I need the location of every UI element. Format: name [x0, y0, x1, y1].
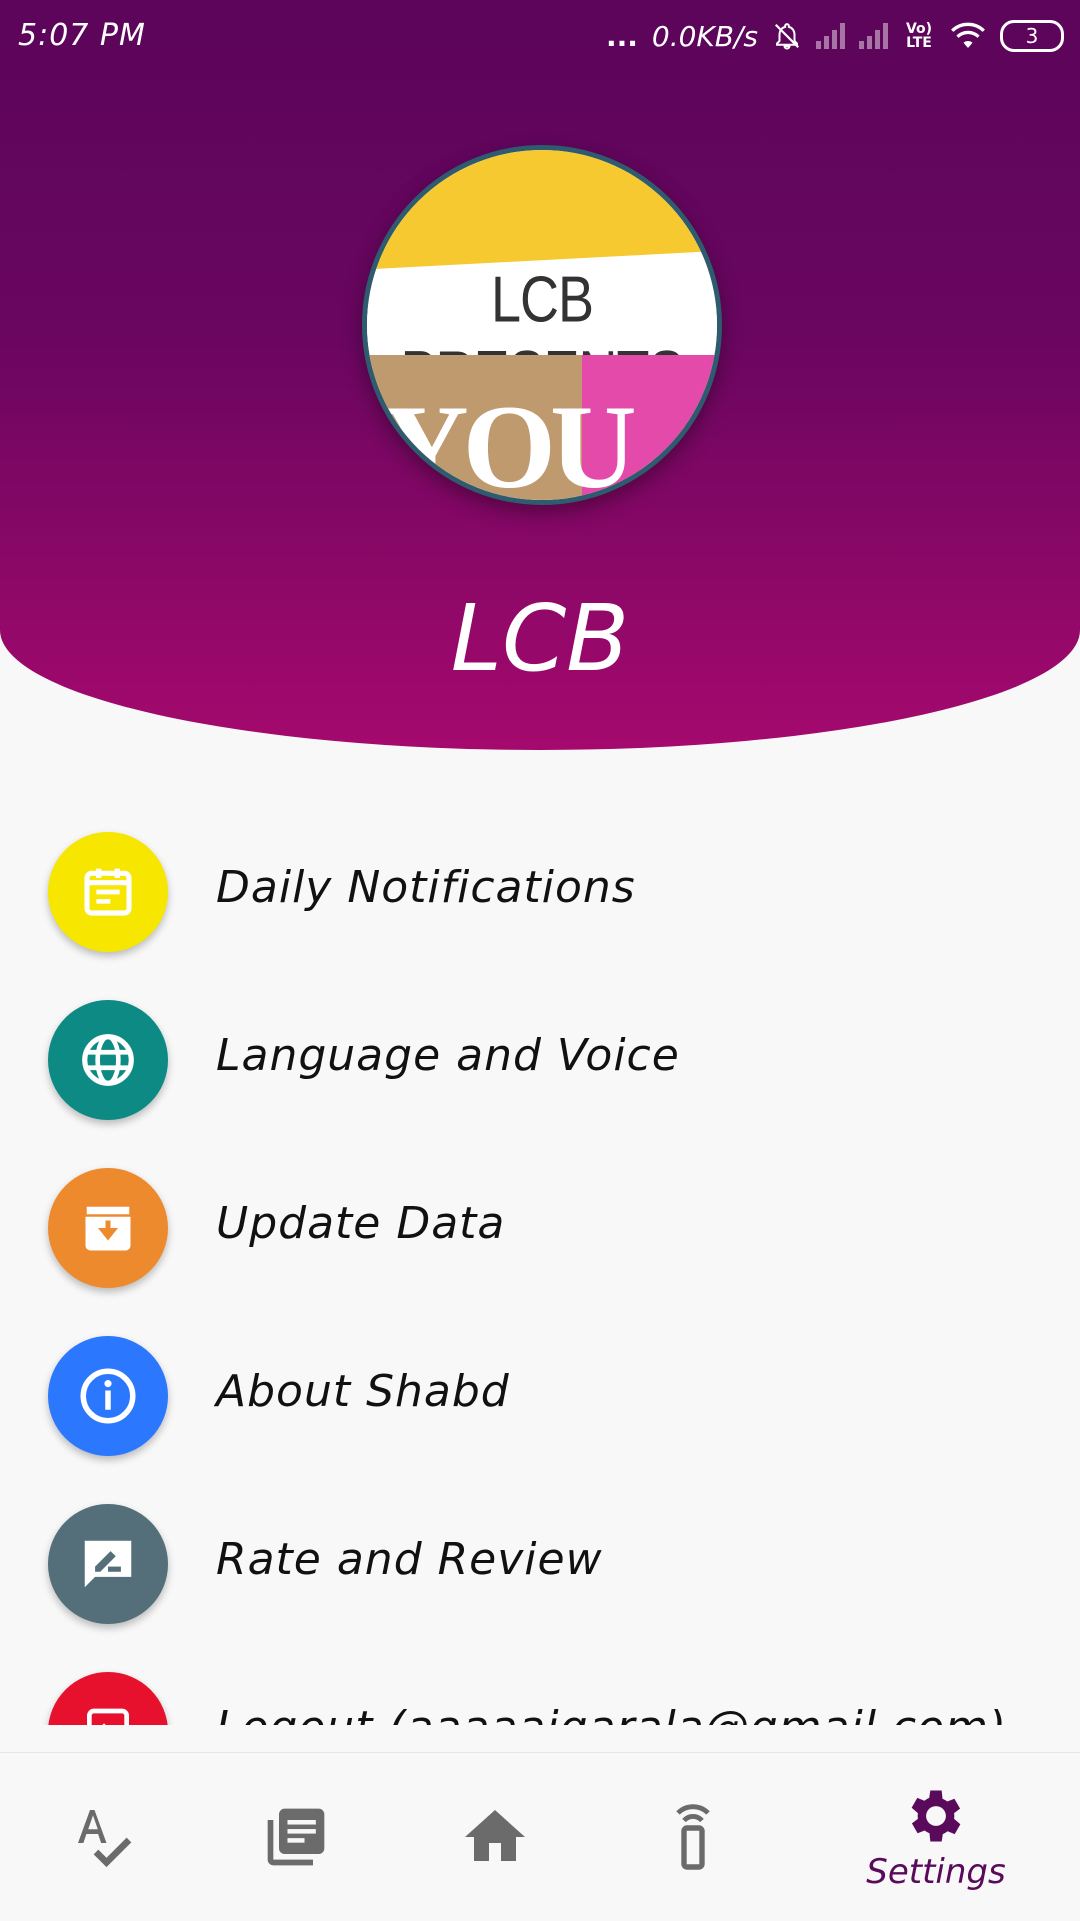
settings-menu: Daily Notifications Language and Voice U… [0, 820, 1080, 1725]
nav-remote[interactable] [613, 1753, 773, 1921]
volte-icon: Vo) LTE [905, 21, 933, 51]
calendar-icon [48, 832, 168, 952]
menu-item-label: Daily Notifications [216, 862, 636, 913]
menu-item-label: Language and Voice [216, 1030, 680, 1081]
menu-item-label: Update Data [216, 1198, 506, 1249]
status-bar: 5:07 PM ... 0.0KB/s Vo) LTE 3 [0, 0, 1080, 72]
menu-item-label: About Shabd [216, 1366, 510, 1417]
avatar[interactable]: LCB PRESENTS YOU V [362, 145, 722, 505]
nav-settings-label: Settings [866, 1852, 1006, 1892]
home-icon [465, 1810, 525, 1861]
wifi-icon [951, 22, 985, 48]
nav-home[interactable] [415, 1753, 575, 1921]
battery-icon: 3 [1000, 20, 1064, 52]
gear-icon [911, 1790, 961, 1842]
profile-name: LCB [450, 585, 630, 692]
status-time: 5:07 PM [18, 18, 146, 53]
signal-icon-1 [816, 23, 845, 49]
remote-icon [676, 1804, 710, 1870]
avatar-yellow-band [367, 150, 717, 270]
menu-item-update-data[interactable]: Update Data [0, 1156, 1080, 1296]
archive-download-icon [48, 1168, 168, 1288]
avatar-large-text: YOU V [382, 380, 637, 505]
signal-icon-2 [859, 23, 888, 49]
logout-icon [48, 1672, 168, 1725]
rate-review-icon [48, 1504, 168, 1624]
nav-library[interactable] [216, 1753, 376, 1921]
nav-settings[interactable]: Settings [856, 1753, 1016, 1921]
network-speed: 0.0KB/s [651, 19, 758, 53]
spellcheck-icon [78, 1810, 132, 1868]
bottom-navigation: Settings [0, 1752, 1080, 1921]
library-books-icon [267, 1808, 325, 1866]
menu-item-language-voice[interactable]: Language and Voice [0, 988, 1080, 1128]
status-icons: ... 0.0KB/s Vo) LTE 3 [606, 14, 1064, 58]
menu-item-about[interactable]: About Shabd [0, 1324, 1080, 1464]
info-icon [48, 1336, 168, 1456]
globe-icon [48, 1000, 168, 1120]
bell-off-icon [774, 23, 800, 50]
menu-item-rate-review[interactable]: Rate and Review [0, 1492, 1080, 1632]
nav-spellcheck[interactable] [22, 1753, 182, 1921]
menu-item-label: Rate and Review [216, 1534, 603, 1585]
menu-item-logout[interactable]: Logout (aaaaaigarala@gmail.com) [0, 1660, 1080, 1725]
menu-item-daily-notifications[interactable]: Daily Notifications [0, 820, 1080, 960]
more-dots: ... [605, 19, 638, 53]
menu-item-label: Logout (aaaaaigarala@gmail.com) [216, 1702, 1007, 1725]
